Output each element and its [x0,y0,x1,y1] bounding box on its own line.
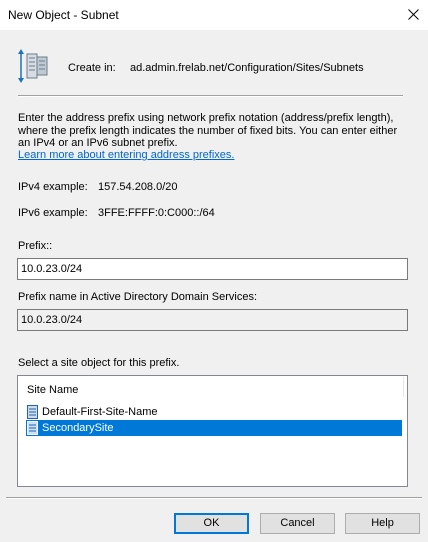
site-name-column-header[interactable]: Site Name [19,377,404,399]
site-list[interactable]: Site Name Default-First-Site-Name Second… [17,375,408,487]
prefix-label: Prefix:: [18,240,53,252]
learn-more-link[interactable]: Learn more about entering address prefix… [18,149,234,161]
ipv4-example-value: 157.54.208.0/20 [98,181,178,193]
ipv6-example-label: IPv6 example: [18,207,88,219]
description-text: Enter the address prefix using network p… [18,112,398,149]
ipv6-example-value: 3FFE:FFFF:0:C000::/64 [98,207,215,219]
prefix-input[interactable] [17,258,408,280]
site-name: SecondarySite [42,422,114,434]
ad-prefix-name-label: Prefix name in Active Directory Domain S… [18,291,258,303]
close-icon [408,9,419,20]
ok-button[interactable]: OK [174,513,249,534]
subnet-object-icon [18,49,48,83]
site-list-item-selected[interactable]: SecondarySite [26,420,402,436]
help-button[interactable]: Help [345,513,420,534]
ipv4-example-label: IPv4 example: [18,181,88,193]
ad-prefix-name-field: 10.0.23.0/24 [17,309,408,331]
column-divider[interactable] [403,377,404,397]
site-select-label: Select a site object for this prefix. [18,357,180,369]
site-name-column-label: Site Name [27,384,79,396]
new-subnet-dialog: New Object - Subnet Create in: ad.admin.… [0,0,428,542]
create-in-path: ad.admin.frelab.net/Configuration/Sites/… [130,62,364,74]
header-separator [18,95,403,97]
create-in-label: Create in: [68,62,116,74]
title-bar: New Object - Subnet [0,0,428,30]
site-icon [27,405,38,419]
site-icon [27,421,38,435]
window-title: New Object - Subnet [8,8,119,22]
site-name: Default-First-Site-Name [42,406,158,418]
cancel-button[interactable]: Cancel [260,513,335,534]
close-button[interactable] [398,0,428,30]
site-list-item[interactable]: Default-First-Site-Name [26,404,402,420]
footer-separator [6,497,422,499]
